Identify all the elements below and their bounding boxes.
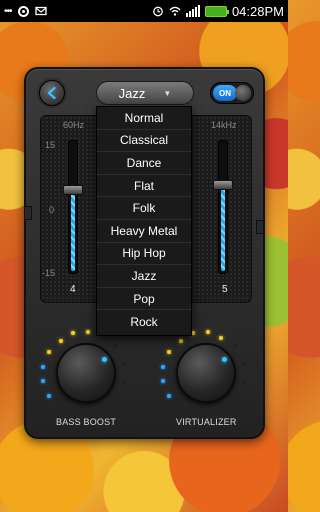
preset-option-folk[interactable]: Folk (97, 197, 191, 220)
knob-led (47, 394, 51, 398)
preset-option-heavy-metal[interactable]: Heavy Metal (97, 220, 191, 243)
db-label-min: -15 (42, 268, 56, 278)
bass-boost-knob[interactable] (56, 343, 116, 403)
dots-icon: ••• (4, 5, 12, 17)
knob-led (167, 350, 171, 354)
preset-option-normal[interactable]: Normal (97, 107, 191, 130)
right-side-handle[interactable] (256, 220, 264, 234)
preset-option-classical[interactable]: Classical (97, 130, 191, 153)
knob-led (242, 362, 246, 366)
knob-led (41, 365, 45, 369)
preset-option-flat[interactable]: Flat (97, 175, 191, 198)
band-slider-thumb[interactable] (213, 180, 233, 190)
knob-led (122, 362, 126, 366)
knob-indicator (102, 357, 107, 362)
left-side-handle[interactable] (24, 206, 32, 220)
knob-led (167, 394, 171, 398)
mail-icon (34, 6, 47, 16)
db-label-zero: 0 (49, 205, 55, 215)
preset-dropdown-menu: Normal Classical Dance Flat Folk Heavy M… (96, 106, 192, 336)
knob-led (206, 330, 210, 334)
knob-led (59, 339, 63, 343)
toggle-on-label: ON (213, 85, 237, 101)
battery-icon (204, 5, 229, 17)
preset-select[interactable]: Jazz ▼ (96, 81, 194, 105)
knob-led (113, 344, 117, 348)
power-toggle[interactable]: ON (210, 82, 254, 104)
band-slider-14khz[interactable] (213, 140, 233, 274)
status-time: 04:28PM (231, 3, 284, 19)
knob-led (161, 379, 165, 383)
band-value-14khz: 5 (222, 284, 228, 295)
knob-led (47, 350, 51, 354)
band-slider-thumb[interactable] (63, 185, 83, 195)
knob-led (41, 379, 45, 383)
knob-led (122, 381, 126, 385)
knob-led (161, 365, 165, 369)
toggle-knob (235, 85, 251, 101)
band-freq-label: 14kHz (211, 120, 237, 130)
knob-led (71, 331, 75, 335)
knob-led (179, 339, 183, 343)
knob-indicator (222, 357, 227, 362)
knob-led (233, 344, 237, 348)
virtualizer-label: VIRTUALIZER (176, 417, 237, 427)
knob-led (86, 330, 90, 334)
wifi-icon (169, 6, 181, 16)
back-arrow-icon (47, 86, 56, 100)
preset-option-jazz[interactable]: Jazz (97, 265, 191, 288)
knob-led (219, 336, 223, 340)
alarm-icon (153, 6, 163, 17)
preset-option-rock[interactable]: Rock (97, 310, 191, 333)
status-right: 04:28PM (152, 4, 284, 19)
ring-icon (17, 5, 29, 17)
band-slider-fill (71, 189, 75, 271)
bass-boost-label: BASS BOOST (56, 417, 117, 427)
db-label-max: 15 (45, 140, 56, 150)
status-bar: ••• 04:28PM (0, 0, 288, 22)
band-freq-label: 60Hz (63, 120, 85, 130)
status-left: ••• (4, 5, 47, 17)
chevron-down-icon: ▼ (163, 88, 172, 98)
band-value-60hz: 4 (70, 284, 76, 295)
knob-led (242, 381, 246, 385)
preset-select-label: Jazz (118, 85, 146, 101)
back-button[interactable] (39, 80, 65, 106)
band-slider-fill (221, 184, 225, 271)
preset-option-pop[interactable]: Pop (97, 288, 191, 311)
preset-option-dance[interactable]: Dance (97, 152, 191, 175)
band-slider-60hz[interactable] (63, 140, 83, 274)
virtualizer-knob[interactable] (176, 343, 236, 403)
signal-icon (185, 5, 200, 17)
preset-option-hip-hop[interactable]: Hip Hop (97, 243, 191, 266)
